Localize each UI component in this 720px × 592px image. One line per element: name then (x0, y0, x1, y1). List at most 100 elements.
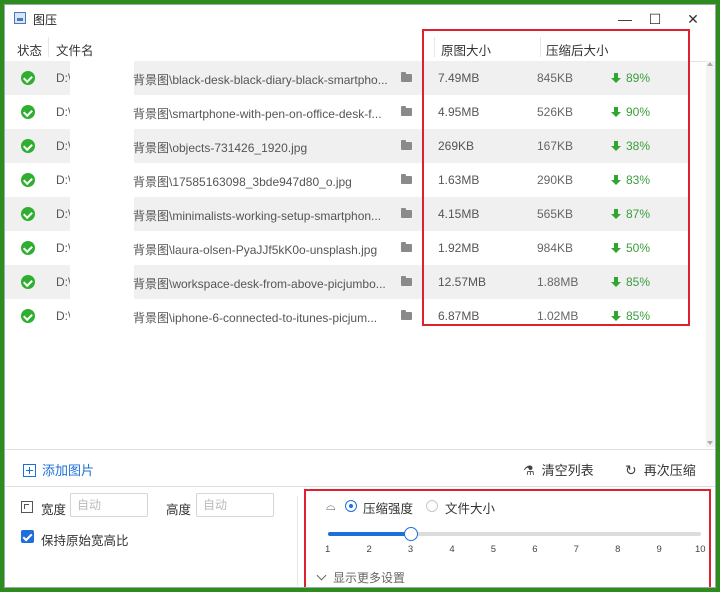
column-divider[interactable] (540, 37, 541, 57)
redacted-path (70, 61, 134, 95)
folder-icon[interactable] (401, 242, 412, 252)
file-name: 背景图\minimalists-working-setup-smartphon.… (133, 209, 382, 223)
column-header-original-size[interactable]: 原图大小 (441, 40, 491, 59)
original-size: 4.95MB (438, 105, 480, 119)
redacted-path (70, 95, 134, 129)
table-row[interactable]: D:\ 背景图\objects-731426_1920.jpg 269KB 16… (5, 129, 688, 163)
slider-tick-label: 8 (615, 544, 621, 555)
compressed-size: 845KB (537, 71, 574, 85)
add-image-label: 添加图片 (42, 463, 95, 478)
ratio-value: 90% (626, 105, 651, 119)
compressed-size: 1.02MB (537, 309, 579, 323)
arrow-down-icon (611, 141, 621, 151)
width-input[interactable] (70, 493, 148, 517)
slider-tick-label: 5 (490, 544, 497, 555)
file-name: 背景图\workspace-desk-from-above-picjumbo..… (133, 277, 386, 291)
title-bar[interactable]: 图压 — ☐ ✕ (5, 5, 715, 33)
app-title: 图压 (33, 13, 58, 27)
folder-icon[interactable] (401, 106, 412, 116)
app-logo-icon (14, 12, 26, 24)
success-check-icon (21, 241, 35, 255)
ratio-value: 87% (626, 207, 651, 221)
column-header-filename[interactable]: 文件名 (56, 40, 94, 59)
slider-tick-label: 10 (695, 544, 706, 555)
scroll-up-icon[interactable] (707, 62, 713, 66)
compression-ratio: 50% (611, 241, 650, 255)
folder-icon[interactable] (401, 208, 412, 218)
mode-strength-radio[interactable] (345, 500, 357, 512)
resize-icon (21, 501, 33, 513)
ratio-value: 89% (626, 71, 651, 85)
compression-slider-handle[interactable] (403, 527, 418, 541)
height-label: 高度 (166, 503, 192, 517)
compression-slider-track[interactable] (328, 527, 701, 541)
mode-size-label[interactable]: 文件大小 (445, 498, 495, 517)
settings-panel: 宽度 高度 保持原始宽高比 ⌓ 压缩强度 文件大小 1 2 3 4 5 6 7 8 9 10 显示… (5, 486, 715, 587)
compressed-size: 526KB (537, 105, 574, 119)
arrow-down-icon (611, 107, 621, 117)
compression-ratio: 90% (611, 105, 651, 119)
compressed-size: 1.88MB (537, 275, 579, 289)
success-check-icon (21, 309, 35, 323)
clear-list-button[interactable]: ⚗ 清空列表 (523, 460, 594, 479)
clear-list-label: 清空列表 (541, 463, 594, 478)
table-row[interactable]: D:\ 背景图\minimalists-working-setup-smartp… (5, 197, 688, 231)
recompress-button[interactable]: ↻ 再次压缩 (625, 460, 696, 479)
mode-size-radio[interactable] (426, 500, 438, 512)
close-button[interactable]: ✕ (675, 5, 711, 33)
compression-ratio: 87% (611, 207, 651, 221)
table-scrollbar[interactable] (706, 61, 715, 447)
arrow-down-icon (611, 243, 621, 253)
table-header: 状态 文件名 原图大小 压缩后大小 (5, 33, 715, 62)
compressed-size: 167KB (537, 139, 574, 153)
table-row[interactable]: D:\ 背景图\laura-olsen-PyaJJf5kK0o-unsplash… (5, 231, 688, 265)
compression-ratio: 83% (611, 173, 650, 187)
column-header-status[interactable]: 状态 (17, 40, 42, 59)
table-row[interactable]: D:\ 背景图\smartphone-with-pen-on-office-de… (5, 95, 688, 129)
ratio-value: 38% (626, 139, 651, 153)
folder-icon[interactable] (401, 310, 412, 320)
folder-icon[interactable] (401, 72, 412, 82)
show-more-settings-toggle[interactable]: 显示更多设置 (316, 569, 406, 586)
column-header-compressed-size[interactable]: 压缩后大小 (546, 40, 609, 59)
column-divider[interactable] (434, 37, 435, 57)
ratio-value: 85% (626, 275, 651, 289)
arrow-down-icon (611, 311, 621, 321)
original-size: 1.92MB (438, 241, 480, 255)
keep-ratio-checkbox[interactable] (21, 530, 34, 543)
mode-strength-label[interactable]: 压缩强度 (363, 498, 413, 517)
folder-icon[interactable] (401, 174, 412, 184)
compressed-size: 984KB (537, 241, 574, 255)
redacted-path (70, 299, 134, 333)
slider-tick-label: 4 (449, 544, 455, 555)
height-input[interactable] (196, 493, 274, 517)
table-row[interactable]: D:\ 背景图\17585163098_3bde947d80_o.jpg 1.6… (5, 163, 688, 197)
add-image-button[interactable]: 添加图片 (23, 460, 94, 479)
table-row[interactable]: D:\ 背景图\iphone-6-connected-to-itunes-pic… (5, 299, 688, 333)
arrow-down-icon (611, 209, 621, 219)
keep-ratio-label[interactable]: 保持原始宽高比 (41, 530, 129, 549)
compression-ratio: 85% (611, 275, 651, 289)
folder-icon[interactable] (401, 276, 412, 286)
success-check-icon (21, 105, 35, 119)
action-toolbar: 添加图片 ⚗ 清空列表 ↻ 再次压缩 (5, 449, 715, 487)
column-divider[interactable] (48, 37, 49, 57)
redacted-path (70, 197, 134, 231)
folder-icon[interactable] (401, 140, 412, 150)
file-name: 背景图\black-desk-black-diary-black-smartph… (133, 73, 388, 87)
ratio-value: 85% (626, 309, 651, 323)
table-row[interactable]: D:\ 背景图\workspace-desk-from-above-picjum… (5, 265, 688, 299)
panel-divider (297, 496, 298, 586)
arrow-down-icon (611, 175, 621, 185)
file-name: 背景图\17585163098_3bde947d80_o.jpg (133, 175, 352, 189)
table-row[interactable]: D:\ 背景图\black-desk-black-diary-black-sma… (5, 61, 688, 95)
slider-tick-label: 3 (407, 544, 414, 555)
app-window: 图压 — ☐ ✕ 状态 文件名 原图大小 压缩后大小 D:\ 背景图\black… (4, 4, 716, 588)
show-more-settings-label: 显示更多设置 (333, 571, 406, 585)
original-size: 269KB (438, 139, 475, 153)
flask-icon: ⚗ (523, 463, 535, 478)
maximize-button[interactable]: ☐ (637, 5, 673, 33)
scroll-down-icon[interactable] (707, 441, 713, 445)
original-size: 6.87MB (438, 309, 480, 323)
redacted-path (70, 129, 134, 163)
